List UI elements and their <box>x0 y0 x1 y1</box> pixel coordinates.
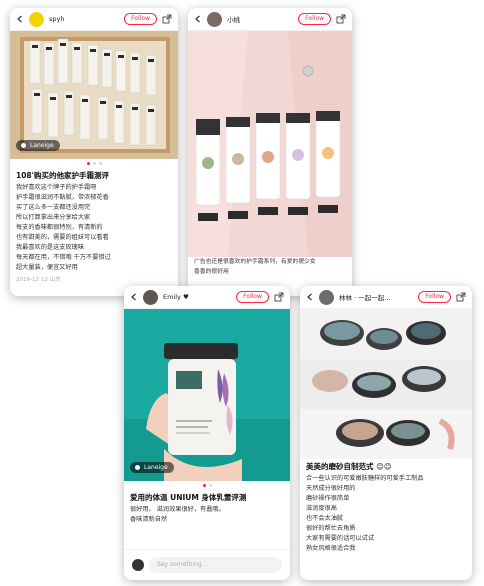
product-tag[interactable]: Laneige <box>16 140 60 151</box>
note-caption-2: 香香的很好用 <box>194 269 229 275</box>
post-photo[interactable] <box>300 309 472 459</box>
username[interactable]: spyh <box>49 15 64 23</box>
post-photo[interactable] <box>188 31 352 257</box>
avatar[interactable] <box>319 289 334 305</box>
note-title: 美美的磨砂自制范式 😊😊 <box>306 462 392 471</box>
follow-button[interactable]: Follow <box>298 13 331 25</box>
note-line: 我好喜欢这个牌子的护手霜呀 <box>16 184 97 191</box>
comment-input[interactable]: Say something... <box>149 557 282 573</box>
back-icon[interactable] <box>194 15 202 23</box>
share-icon[interactable] <box>162 14 172 24</box>
scrub-jars-photo <box>300 309 472 459</box>
note-card-hand-cream-box[interactable]: spyh Follow Laneige 108'购买的他家护手霜测评 我好喜欢这… <box>10 8 178 296</box>
card-header: spyh Follow <box>10 8 178 31</box>
body-butter-jar-photo <box>124 309 290 481</box>
note-line: 合一些认识的可爱嫩肤糖样的可爱手工制品 <box>306 475 424 482</box>
avatar[interactable] <box>143 289 158 305</box>
note-title: 108'购买的他家护手霜测评 <box>16 171 109 180</box>
note-line: 香味清新自然 <box>130 516 168 523</box>
note-line: 天然成分很好用的 <box>306 485 356 492</box>
username[interactable]: Emily ♥ <box>163 293 189 301</box>
username[interactable]: 林林 · 一起一起分享 <box>339 292 393 302</box>
comment-avatar <box>132 559 144 571</box>
note-line: 也不会太油腻 <box>306 515 344 522</box>
screenshot-collage: spyh Follow Laneige 108'购买的他家护手霜测评 我好喜欢这… <box>0 0 484 586</box>
card-header: Emily ♥ Follow <box>124 286 290 309</box>
note-line: 所以打算拿出来分享给大家 <box>16 214 91 221</box>
note-caption: 广告也还是很喜欢的护手霜系列，有爱的貌少女 <box>194 259 316 265</box>
back-icon[interactable] <box>130 293 138 301</box>
share-icon[interactable] <box>336 14 346 24</box>
note-line: 每支的香味都很特别，有清新的 <box>16 224 103 231</box>
comment-bar: Say something... <box>124 549 290 580</box>
product-tag[interactable]: Laneige <box>130 462 174 473</box>
post-photo[interactable]: Laneige <box>10 31 178 159</box>
note-line: 买了这么多一支都还没用完 <box>16 204 91 211</box>
note-line: 护手霜很滋润不黏腻，带浓郁花香 <box>16 194 109 201</box>
carousel-dots <box>124 481 290 490</box>
note-line: 也有甜美的，需要的姐妹可以看看 <box>16 234 109 241</box>
note-card-hand-cream-lineup[interactable]: 小桃 Follow 广告也还是很喜欢的护手霜系列，有爱的貌少女 香香的很好用 <box>188 8 352 296</box>
note-line: 我最喜欢的是这支玫瑰味 <box>16 244 85 251</box>
share-icon[interactable] <box>456 292 466 302</box>
note-line: 大家有需要的话可以试试 <box>306 535 375 542</box>
note-line: 熟女风格很适合我 <box>306 545 356 552</box>
username[interactable]: 小桃 <box>227 14 240 24</box>
note-line: 超大量装，便宜又好用 <box>16 264 78 271</box>
avatar[interactable] <box>207 11 222 27</box>
note-card-scrub[interactable]: 林林 · 一起一起分享 Follow 美美的磨砂自制范式 😊😊 合一些认识的可爱… <box>300 286 472 580</box>
post-photo[interactable]: Laneige <box>124 309 290 481</box>
carousel-dots <box>10 159 178 168</box>
note-title: 爱用的体温 UNIUM 身体乳霊评测 <box>130 493 247 502</box>
share-icon[interactable] <box>274 292 284 302</box>
note-card-body-butter[interactable]: Emily ♥ Follow Laneige 爱用的体温 UNIUM 身体乳霊评… <box>124 286 290 580</box>
card-header: 林林 · 一起一起分享 Follow <box>300 286 472 309</box>
note-line: 很好的帮忙去角质 <box>306 525 356 532</box>
note-meta: 2019-12-12 山东 <box>16 277 61 283</box>
follow-button[interactable]: Follow <box>236 291 269 303</box>
follow-button[interactable]: Follow <box>418 291 451 303</box>
follow-button[interactable]: Follow <box>124 13 157 25</box>
hand-cream-lineup-photo <box>188 31 352 257</box>
note-line: 滋润度很高 <box>306 505 337 512</box>
note-line: 每天都在用，不错哦 千万不要错过 <box>16 254 111 261</box>
note-line: 磨砂操作很简单 <box>306 495 350 502</box>
card-header: 小桃 Follow <box>188 8 352 31</box>
back-icon[interactable] <box>16 15 24 23</box>
back-icon[interactable] <box>306 293 314 301</box>
note-line: 很好用， 滋润效果很好，有蠢哦。 <box>130 506 225 513</box>
avatar[interactable] <box>29 11 44 27</box>
